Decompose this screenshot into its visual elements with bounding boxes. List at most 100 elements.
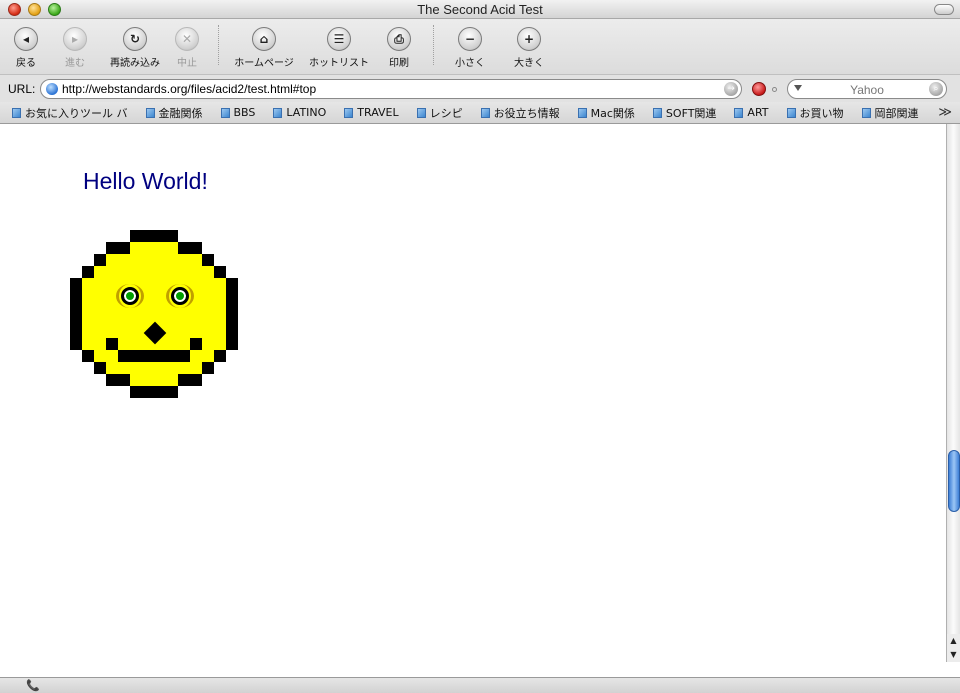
stop-icon: ✕ (175, 27, 199, 51)
page-content: Hello World! (0, 124, 946, 677)
print-button[interactable]: ⎙ 印刷 (369, 27, 429, 69)
face-outline (130, 230, 178, 242)
url-input[interactable]: http://webstandards.org/files/acid2/test… (40, 79, 742, 99)
face-mouth (118, 350, 190, 362)
bookmarks-bar: お気に入りツール バ 金融関係 BBS LATINO TRAVEL レシピ お役… (0, 102, 960, 124)
toolbar-toggle-button[interactable] (934, 4, 954, 15)
bookmark-item[interactable]: ART (734, 106, 769, 119)
folder-icon (734, 107, 744, 118)
face-outline (106, 242, 130, 254)
progress-dot-icon (772, 87, 777, 92)
bookmark-item[interactable]: お気に入りツール バ (12, 105, 128, 121)
right-eye (171, 287, 189, 305)
toolbar-separator (218, 25, 219, 65)
reload-icon: ↻ (123, 27, 147, 51)
face-outline (94, 254, 106, 266)
folder-icon (220, 107, 230, 118)
title-bar: The Second Acid Test (0, 0, 960, 19)
bookmark-item[interactable]: 金融関係 (145, 105, 203, 121)
face-outline (202, 362, 214, 374)
search-input[interactable]: Yahoo ⌕ (787, 79, 947, 99)
search-placeholder: Yahoo (850, 83, 884, 97)
scroll-up-arrow-icon[interactable]: ▲ (946, 634, 960, 648)
print-icon: ⎙ (387, 27, 411, 51)
window-title: The Second Acid Test (417, 2, 543, 17)
bookmark-item[interactable]: お買い物 (786, 105, 844, 121)
face-fill (130, 242, 178, 254)
bug-report-icon[interactable] (752, 82, 766, 96)
face-outline (130, 386, 178, 398)
forward-label: 進む (65, 58, 85, 69)
text-smaller-button[interactable]: − 小さく (440, 27, 500, 69)
scroll-thumb[interactable] (948, 450, 960, 512)
bookmark-item[interactable]: BBS (220, 106, 255, 119)
bookmark-item[interactable]: Mac関係 (577, 105, 635, 121)
face-outline (82, 350, 94, 362)
stop-button[interactable]: ✕ 中止 (157, 27, 217, 69)
page-heading: Hello World! (83, 168, 208, 194)
folder-icon (273, 107, 283, 118)
stop-label: 中止 (177, 58, 197, 69)
face-outline (178, 242, 202, 254)
face-fill (130, 374, 178, 386)
face-fill (106, 362, 202, 374)
forward-button[interactable]: ▸ 進む (45, 27, 105, 69)
back-icon: ◂ (14, 27, 38, 51)
reload-button[interactable]: ↻ 再読み込み (105, 27, 165, 69)
status-bar: 📞 (0, 677, 960, 693)
face-outline (70, 278, 82, 350)
face-outline (82, 266, 94, 278)
text-larger-label: 大きく (514, 58, 544, 69)
face-fill (106, 254, 202, 266)
face-fill (82, 302, 226, 314)
reload-label: 再読み込み (110, 58, 160, 69)
plus-icon: + (517, 27, 541, 51)
text-larger-button[interactable]: + 大きく (499, 27, 559, 69)
face-outline (214, 266, 226, 278)
bookmark-item[interactable]: SOFT関連 (652, 105, 716, 121)
face-outline (106, 374, 130, 386)
bookmark-item[interactable]: お役立ち情報 (480, 105, 560, 121)
url-text[interactable]: http://webstandards.org/files/acid2/test… (62, 82, 316, 96)
vertical-scrollbar[interactable] (946, 124, 960, 662)
bookmarks-overflow-icon[interactable]: ≫ (938, 105, 952, 120)
hotlist-label: ホットリスト (309, 58, 369, 69)
scroll-down-arrow-icon[interactable]: ▼ (946, 648, 960, 662)
hotlist-icon: ☰ (327, 27, 351, 51)
text-smaller-label: 小さく (455, 58, 485, 69)
home-icon: ⌂ (252, 27, 276, 51)
left-eye (121, 287, 139, 305)
forward-icon: ▸ (63, 27, 87, 51)
face-outline (226, 278, 238, 350)
face-outline (94, 362, 106, 374)
toolbar: ◂ 戻る ▸ 進む ↻ 再読み込み ✕ 中止 ⌂ ホームページ ☰ ホットリスト… (0, 19, 960, 74)
face-fill (94, 266, 214, 278)
bookmark-item[interactable]: TRAVEL (344, 106, 399, 119)
folder-icon (480, 107, 490, 118)
bookmark-item[interactable]: LATINO (273, 106, 326, 119)
folder-icon (344, 107, 354, 118)
search-icon[interactable]: ⌕ (929, 82, 943, 96)
folder-icon (145, 107, 155, 118)
home-label: ホームページ (234, 58, 294, 69)
url-label: URL: (8, 82, 36, 96)
print-label: 印刷 (389, 58, 409, 69)
face-fill (82, 278, 226, 290)
face-outline (214, 350, 226, 362)
globe-icon (46, 83, 58, 95)
face-mouth (190, 338, 202, 350)
folder-icon (861, 107, 871, 118)
folder-icon (416, 107, 426, 118)
face-outline (178, 374, 202, 386)
face-fill (82, 290, 226, 302)
face-mouth (106, 338, 118, 350)
bookmark-item[interactable]: レシピ (416, 105, 463, 121)
go-icon[interactable]: → (724, 82, 738, 96)
minus-icon: − (458, 27, 482, 51)
bookmark-item[interactable]: 岡部関連 (861, 105, 919, 121)
hotlist-button[interactable]: ☰ ホットリスト (309, 27, 369, 69)
address-bar: URL: http://webstandards.org/files/acid2… (0, 74, 960, 102)
home-button[interactable]: ⌂ ホームページ (234, 27, 294, 69)
acid2-smiley-face (70, 230, 240, 400)
folder-icon (577, 107, 587, 118)
